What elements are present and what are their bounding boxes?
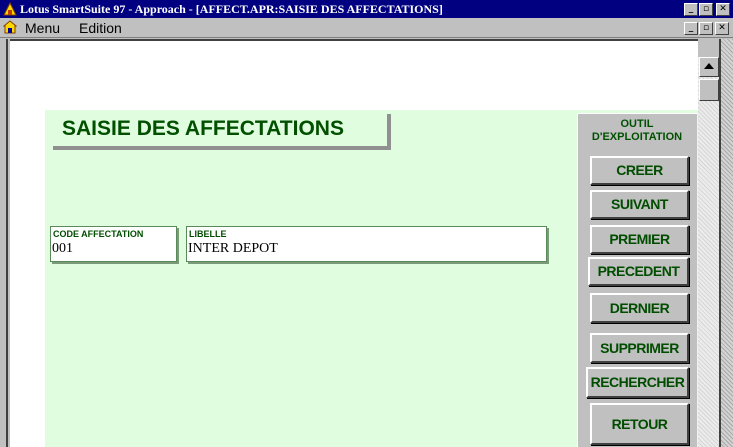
suivant-button[interactable]: SUIVANT: [590, 190, 689, 219]
window-titlebar[interactable]: Lotus SmartSuite 97 - Approach - [AFFECT…: [0, 0, 733, 18]
dernier-button[interactable]: DERNIER: [590, 293, 689, 323]
code-affectation-label: CODE AFFECTATION: [53, 229, 144, 239]
libelle-value[interactable]: INTER DEPOT: [188, 241, 278, 257]
tool-title-line1: OUTIL: [620, 118, 654, 130]
close-button[interactable]: ✕: [716, 3, 730, 16]
code-affectation-value[interactable]: 001: [52, 241, 73, 257]
scroll-thumb[interactable]: [699, 79, 719, 101]
doc-close-button[interactable]: ✕: [715, 22, 729, 35]
scroll-up-arrow-icon: [704, 63, 714, 69]
minimize-button[interactable]: _: [684, 3, 698, 16]
precedent-button[interactable]: PRECEDENT: [588, 257, 689, 286]
window-title: Lotus SmartSuite 97 - Approach - [AFFECT…: [20, 2, 443, 16]
doc-minimize-button[interactable]: _: [684, 22, 698, 35]
doc-restore-button[interactable]: ▫: [699, 22, 713, 35]
tool-title-line2: D'EXPLOITATION: [591, 131, 683, 143]
left-border: [0, 39, 8, 447]
menu-item-edition[interactable]: Edition: [79, 20, 122, 36]
scroll-up-button[interactable]: [699, 57, 719, 77]
document-icon[interactable]: [3, 20, 17, 34]
form-title: SAISIE DES AFFECTATIONS: [62, 117, 344, 140]
code-affectation-field[interactable]: CODE AFFECTATION 001: [50, 226, 177, 262]
maximize-button[interactable]: ▫: [699, 3, 713, 16]
tool-panel-title: OUTIL D'EXPLOITATION: [577, 118, 697, 144]
supprimer-button[interactable]: SUPPRIMER: [590, 333, 689, 363]
rechercher-button[interactable]: RECHERCHER: [586, 367, 689, 398]
retour-button[interactable]: RETOUR: [590, 403, 689, 445]
right-border: [719, 39, 721, 447]
libelle-label: LIBELLE: [189, 229, 227, 239]
menu-bar: Menu Edition _ ▫ ✕: [0, 18, 733, 38]
vertical-scrollbar[interactable]: [698, 57, 719, 447]
right-frame-hatch: [719, 39, 733, 447]
premier-button[interactable]: PREMIER: [590, 225, 689, 254]
menu-item-menu[interactable]: Menu: [25, 20, 60, 36]
app-icon[interactable]: [3, 2, 17, 16]
creer-button[interactable]: CREER: [590, 156, 689, 185]
libelle-field[interactable]: LIBELLE INTER DEPOT: [186, 226, 547, 262]
